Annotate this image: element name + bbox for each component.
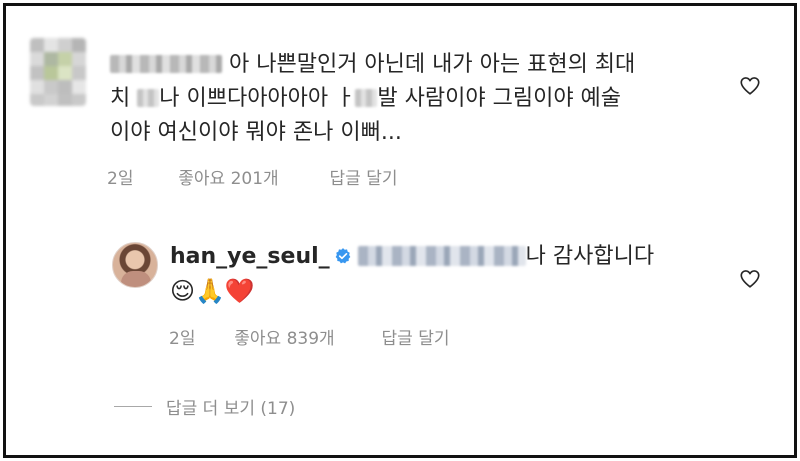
comment-time[interactable]: 2일	[107, 169, 133, 189]
comment-line-3: 이야 여신이야 뭐야 존나 이뻐...	[110, 120, 402, 145]
comment-text-line2-fragment: ㅏ	[335, 86, 356, 111]
censored-word	[137, 89, 160, 107]
commenter-avatar[interactable]	[30, 38, 86, 106]
reply-likes-count[interactable]: 좋아요 839개	[234, 329, 334, 349]
reply-time[interactable]: 2일	[169, 329, 195, 349]
reply-meta: 2일 좋아요 839개 답글 달기	[169, 324, 449, 349]
commenter-username-blurred[interactable]	[110, 55, 222, 73]
reply-avatar[interactable]	[112, 242, 158, 288]
reply-text: 나 감사합니다	[525, 244, 655, 269]
reply-emojis: 😌🙏❤️	[170, 277, 255, 305]
avatar-figure	[121, 271, 151, 287]
heart-outline-icon[interactable]	[739, 268, 761, 290]
view-more-replies-button[interactable]: 답글 더 보기 (17)	[166, 394, 295, 419]
reply-reply-button[interactable]: 답글 달기	[382, 329, 450, 349]
comment-body: 아 나쁜말인거 아닌데 내가 아는 표현의 최대 치 나 이쁘다아아아아 ㅏ 발 …	[110, 48, 730, 150]
view-more-divider	[114, 406, 152, 407]
comment-text-line1: 아 나쁜말인거 아닌데 내가 아는 표현의 최대	[229, 52, 636, 77]
comment-likes-count[interactable]: 좋아요 201개	[178, 169, 278, 189]
reply-body: han_ye_seul_ 나 감사합니다 😌🙏❤️	[170, 240, 730, 308]
comment-line-1: 아 나쁜말인거 아닌데 내가 아는 표현의 최대	[110, 48, 730, 82]
comment-line-2: 치 나 이쁘다아아아아 ㅏ 발 사람이야 그림이야 예술	[110, 82, 730, 116]
comment-thread-panel: 아 나쁜말인거 아닌데 내가 아는 표현의 최대 치 나 이쁘다아아아아 ㅏ 발 …	[3, 3, 797, 458]
censored-word-2	[355, 89, 378, 107]
reply-line-1: han_ye_seul_ 나 감사합니다	[170, 240, 730, 274]
heart-outline-icon[interactable]	[739, 75, 761, 97]
mentioned-user-blurred[interactable]	[357, 246, 526, 266]
comment-text-line2-suffix: 발 사람이야 그림이야 예술	[377, 86, 622, 111]
comment-text-line2-prefix: 치	[110, 86, 138, 111]
comment-text-line2-mid: 나 이쁘다아아아아	[159, 86, 336, 111]
comment-meta: 2일 좋아요 201개 답글 달기	[107, 164, 397, 189]
verified-badge-icon	[335, 248, 351, 264]
comment-reply-button[interactable]: 답글 달기	[330, 169, 398, 189]
reply-username[interactable]: han_ye_seul_	[170, 244, 330, 269]
